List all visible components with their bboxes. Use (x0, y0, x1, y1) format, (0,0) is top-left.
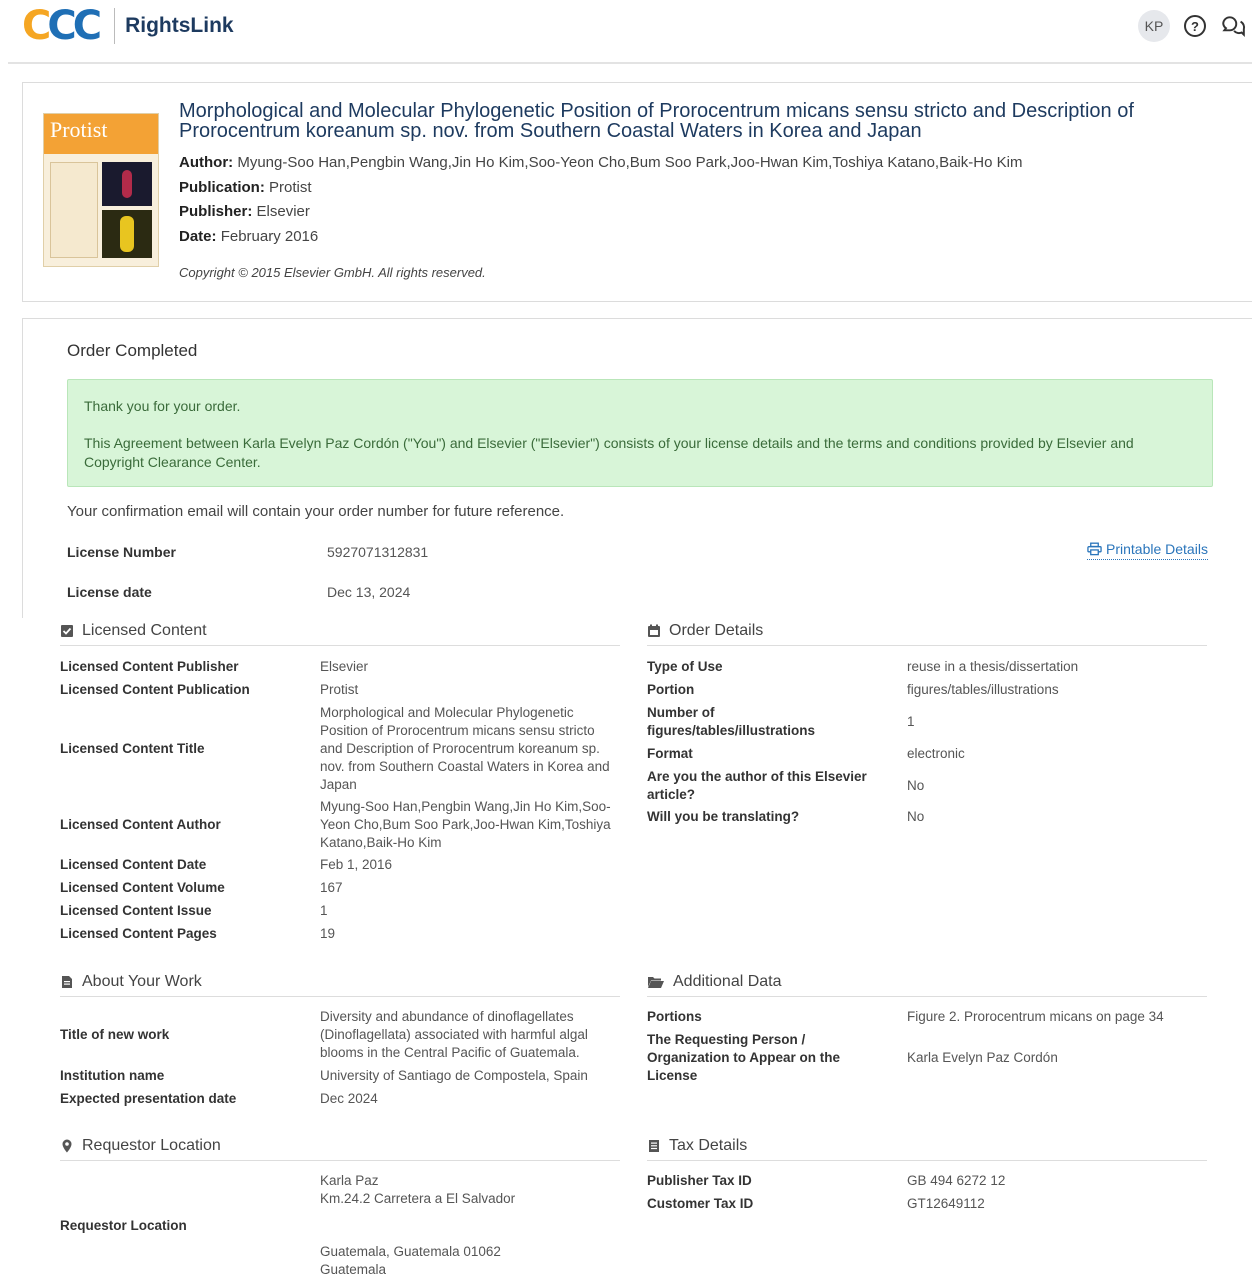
folder-open-icon (648, 976, 664, 988)
calendar-icon (648, 624, 660, 637)
article-card: Protist Morphological and Molecular Phyl… (22, 82, 1252, 302)
user-avatar[interactable]: KP (1138, 10, 1170, 42)
printable-details-link[interactable]: Printable Details (1087, 541, 1208, 560)
order-completed-title: Order Completed (67, 341, 198, 360)
printer-icon (1087, 542, 1102, 556)
article-publication: Publication: Protist (179, 179, 312, 196)
map-pin-icon (62, 1139, 72, 1152)
checkbox-doc-icon (61, 624, 73, 637)
header-divider (8, 62, 1252, 64)
requestor-location-heading: Requestor Location (60, 1131, 620, 1161)
tax-details-heading: Tax Details (647, 1131, 1207, 1161)
printable-details-label: Printable Details (1106, 541, 1208, 557)
license-date-value: Dec 13, 2024 (327, 584, 411, 600)
document-icon (62, 975, 72, 988)
top-bar: CCC RightsLink KP ? (0, 0, 1252, 62)
article-copyright: Copyright © 2015 Elsevier GmbH. All righ… (179, 265, 486, 280)
success-alert: Thank you for your order. This Agreement… (67, 379, 1213, 487)
journal-cover-image: Protist (43, 113, 159, 267)
receipt-icon (649, 1139, 659, 1152)
licensed-content-heading: Licensed Content (60, 616, 620, 646)
article-date: Date: February 2016 (179, 228, 319, 245)
help-icon[interactable]: ? (1184, 15, 1206, 37)
confirmation-text: Your confirmation email will contain you… (67, 503, 565, 520)
order-details-heading: Order Details (647, 616, 1207, 646)
article-author: Author: Myung-Soo Han,Pengbin Wang,Jin H… (179, 154, 1023, 171)
logo-divider (114, 8, 116, 44)
license-date-label: License date (67, 584, 152, 600)
license-number-value: 5927071312831 (327, 544, 429, 560)
additional-data-heading: Additional Data (647, 967, 1207, 997)
thank-you-text: Thank you for your order. (84, 398, 241, 414)
about-your-work-heading: About Your Work (60, 967, 620, 997)
article-title: Morphological and Molecular Phylogenetic… (179, 100, 1134, 142)
cover-title: Protist (50, 117, 108, 142)
ccc-rightslink-logo[interactable]: CCC RightsLink (22, 6, 234, 46)
chat-icon[interactable] (1220, 13, 1246, 39)
order-card: Order Completed Thank you for your order… (22, 318, 1252, 618)
header-icons: KP ? (1138, 10, 1246, 42)
agreement-text: This Agreement between Karla Evelyn Paz … (84, 435, 1134, 470)
ccc-logo-mark: CCC (22, 3, 102, 49)
article-publisher: Publisher: Elsevier (179, 203, 310, 220)
license-number-label: License Number (67, 544, 176, 560)
brand-name: RightsLink (125, 14, 234, 37)
